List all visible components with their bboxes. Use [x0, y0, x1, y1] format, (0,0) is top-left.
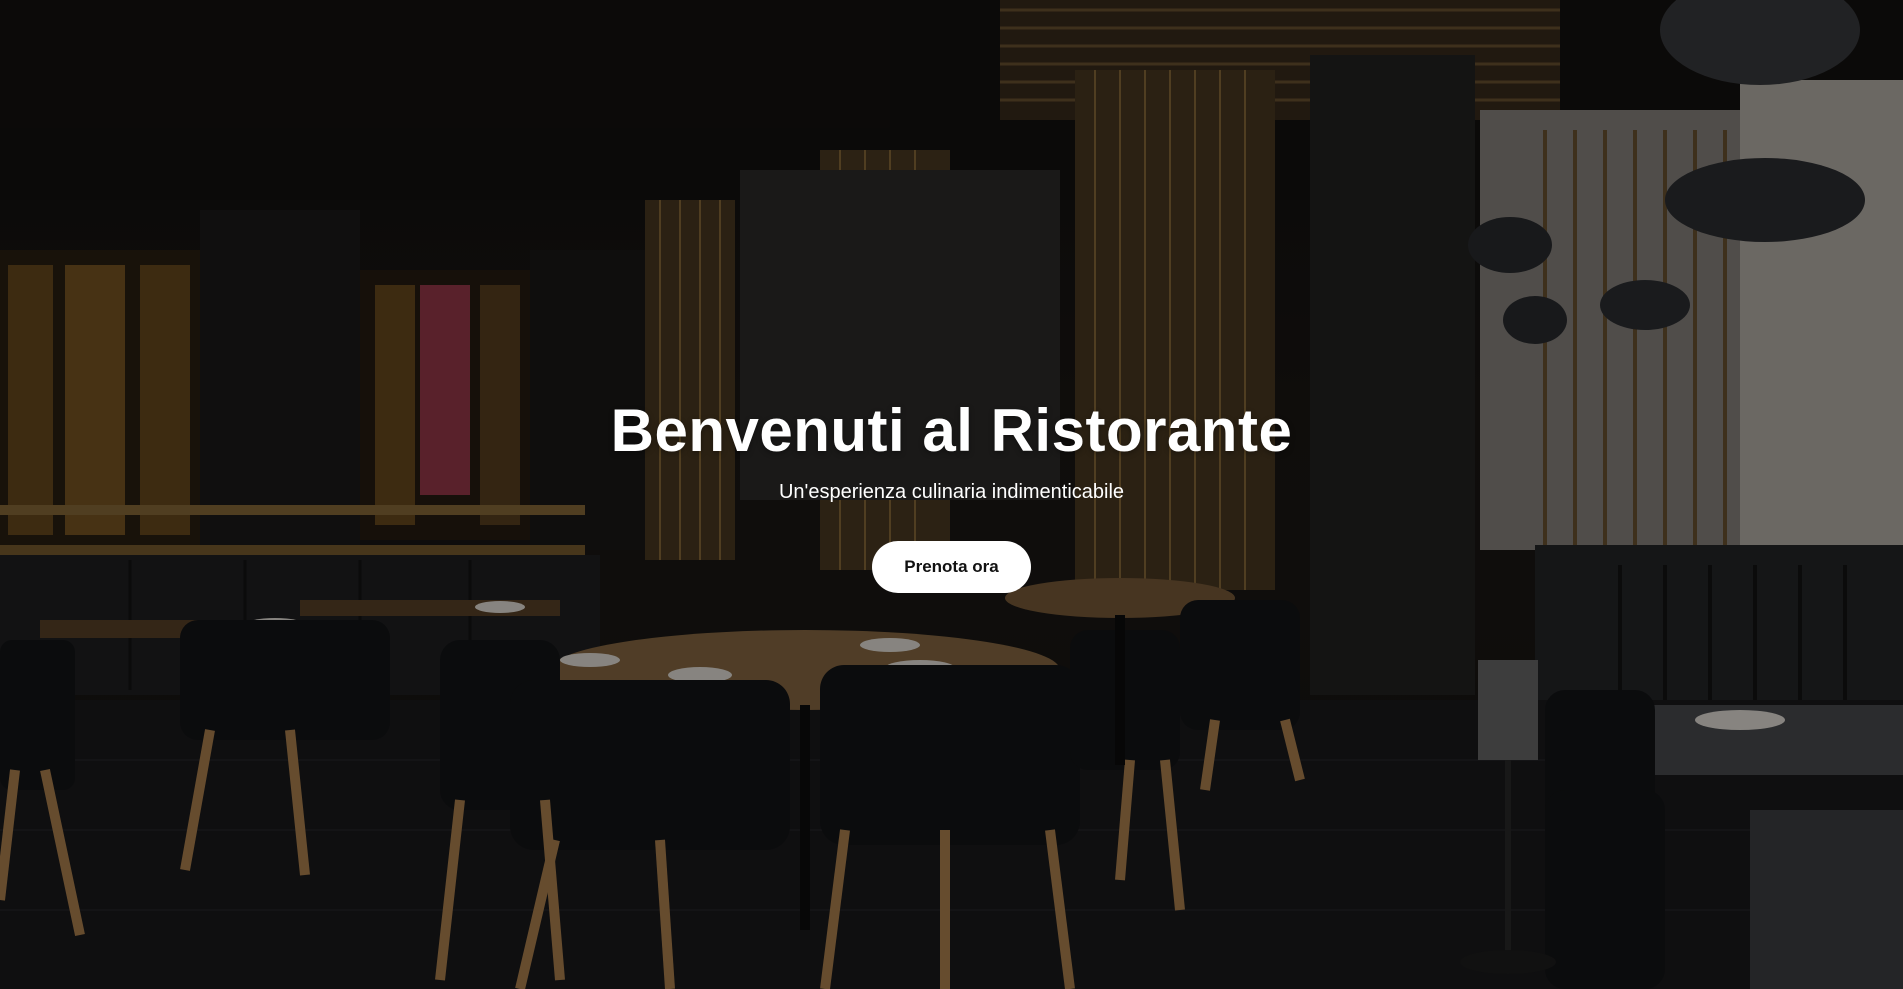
hero-subtitle: Un'esperienza culinaria indimenticabile	[778, 481, 1125, 503]
hero-content: Benvenuti al Ristorante Un'esperienza cu…	[0, 395, 1903, 593]
hero-title: Benvenuti al Ristorante	[610, 397, 1293, 464]
hero-section: Benvenuti al Ristorante Un'esperienza cu…	[0, 0, 1903, 989]
reserve-button[interactable]: Prenota ora	[872, 541, 1031, 593]
